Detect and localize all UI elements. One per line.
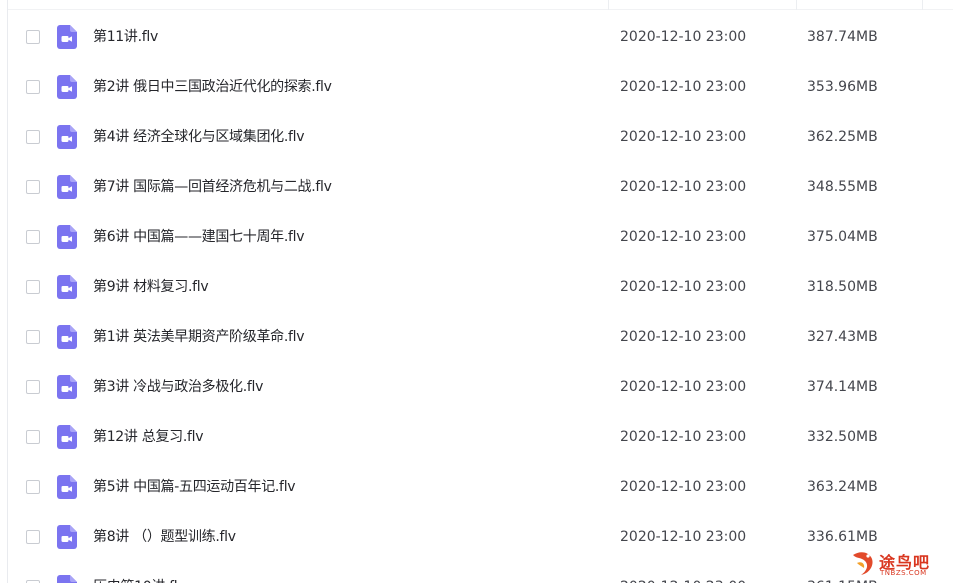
row-checkbox[interactable]: [26, 280, 40, 294]
file-modified-date: 2020-12-10 23:00: [620, 379, 747, 395]
site-watermark: 途鸟吧 TNBZS.COM: [849, 547, 949, 581]
file-row[interactable]: 历史第10讲.fl 2020-12-10 23:00 361.15MB: [8, 561, 953, 583]
bird-logo-icon: [853, 552, 873, 575]
column-divider-end[interactable]: [922, 0, 923, 10]
file-name[interactable]: 第9讲 材料复习.flv: [93, 278, 209, 296]
file-name[interactable]: 第12讲 总复习.flv: [93, 428, 204, 446]
file-row[interactable]: 第2讲 俄日中三国政治近代化的探索.flv 2020-12-10 23:00 3…: [8, 61, 953, 111]
file-name[interactable]: 第6讲 中国篇——建国七十周年.flv: [93, 228, 305, 246]
file-name[interactable]: 第3讲 冷战与政治多极化.flv: [93, 378, 263, 396]
file-modified-date: 2020-12-10 23:00: [620, 79, 747, 95]
file-name[interactable]: 第8讲 （）题型训练.flv: [93, 528, 236, 546]
file-modified-date: 2020-12-10 23:00: [620, 529, 747, 545]
video-file-icon: [57, 75, 77, 99]
row-checkbox[interactable]: [26, 80, 40, 94]
row-checkbox[interactable]: [26, 480, 40, 494]
row-checkbox[interactable]: [26, 180, 40, 194]
video-file-icon: [57, 175, 77, 199]
row-checkbox[interactable]: [26, 30, 40, 44]
file-modified-date: 2020-12-10 23:00: [620, 29, 747, 45]
file-row[interactable]: 第1讲 英法美早期资产阶级革命.flv 2020-12-10 23:00 327…: [8, 311, 953, 361]
file-modified-date: 2020-12-10 23:00: [620, 479, 747, 495]
video-file-icon: [57, 475, 77, 499]
file-row[interactable]: 第4讲 经济全球化与区域集团化.flv 2020-12-10 23:00 362…: [8, 111, 953, 161]
file-size: 362.25MB: [807, 129, 878, 145]
file-name[interactable]: 第11讲.flv: [93, 28, 158, 46]
row-checkbox[interactable]: [26, 130, 40, 144]
file-row[interactable]: 第12讲 总复习.flv 2020-12-10 23:00 332.50MB: [8, 411, 953, 461]
file-list-panel: 第11讲.flv 2020-12-10 23:00 387.74MB 第2讲 俄…: [0, 0, 953, 583]
file-size: 336.61MB: [807, 529, 878, 545]
file-row[interactable]: 第5讲 中国篇-五四运动百年记.flv 2020-12-10 23:00 363…: [8, 461, 953, 511]
file-modified-date: 2020-12-10 23:00: [620, 429, 747, 445]
file-size: 375.04MB: [807, 229, 878, 245]
file-modified-date: 2020-12-10 23:00: [620, 329, 747, 345]
header-divider: [8, 9, 953, 10]
file-modified-date: 2020-12-10 23:00: [620, 578, 746, 583]
row-checkbox[interactable]: [26, 430, 40, 444]
watermark-subtitle: TNBZS.COM: [880, 569, 927, 577]
file-size: 374.14MB: [807, 379, 878, 395]
file-size: 387.74MB: [807, 29, 878, 45]
video-file-icon: [57, 25, 77, 49]
file-row[interactable]: 第9讲 材料复习.flv 2020-12-10 23:00 318.50MB: [8, 261, 953, 311]
file-name[interactable]: 第2讲 俄日中三国政治近代化的探索.flv: [93, 78, 332, 96]
file-size: 318.50MB: [807, 279, 878, 295]
column-divider-size[interactable]: [796, 0, 797, 10]
video-file-icon: [57, 125, 77, 149]
file-name[interactable]: 第5讲 中国篇-五四运动百年记.flv: [93, 478, 296, 496]
file-modified-date: 2020-12-10 23:00: [620, 229, 747, 245]
file-row[interactable]: 第3讲 冷战与政治多极化.flv 2020-12-10 23:00 374.14…: [8, 361, 953, 411]
file-modified-date: 2020-12-10 23:00: [620, 279, 747, 295]
file-size: 348.55MB: [807, 179, 878, 195]
file-row[interactable]: 第6讲 中国篇——建国七十周年.flv 2020-12-10 23:00 375…: [8, 211, 953, 261]
file-size: 332.50MB: [807, 429, 878, 445]
video-file-icon: [57, 275, 77, 299]
file-name[interactable]: 第1讲 英法美早期资产阶级革命.flv: [93, 328, 305, 346]
file-row[interactable]: 第11讲.flv 2020-12-10 23:00 387.74MB: [8, 11, 953, 61]
file-size: 353.96MB: [807, 79, 878, 95]
video-file-icon: [57, 575, 77, 583]
video-file-icon: [57, 525, 77, 549]
row-checkbox[interactable]: [26, 330, 40, 344]
row-checkbox[interactable]: [26, 530, 40, 544]
video-file-icon: [57, 225, 77, 249]
file-modified-date: 2020-12-10 23:00: [620, 179, 747, 195]
column-divider-date[interactable]: [608, 0, 609, 10]
video-file-icon: [57, 325, 77, 349]
file-size: 363.24MB: [807, 479, 878, 495]
row-checkbox[interactable]: [26, 230, 40, 244]
file-row[interactable]: 第8讲 （）题型训练.flv 2020-12-10 23:00 336.61MB: [8, 511, 953, 561]
video-file-icon: [57, 375, 77, 399]
file-modified-date: 2020-12-10 23:00: [620, 129, 747, 145]
file-name[interactable]: 第7讲 国际篇—回首经济危机与二战.flv: [93, 178, 332, 196]
video-file-icon: [57, 425, 77, 449]
row-checkbox[interactable]: [26, 380, 40, 394]
file-name[interactable]: 历史第10讲.fl: [93, 578, 178, 583]
file-name[interactable]: 第4讲 经济全球化与区域集团化.flv: [93, 128, 305, 146]
file-size: 327.43MB: [807, 329, 878, 345]
file-row[interactable]: 第7讲 国际篇—回首经济危机与二战.flv 2020-12-10 23:00 3…: [8, 161, 953, 211]
